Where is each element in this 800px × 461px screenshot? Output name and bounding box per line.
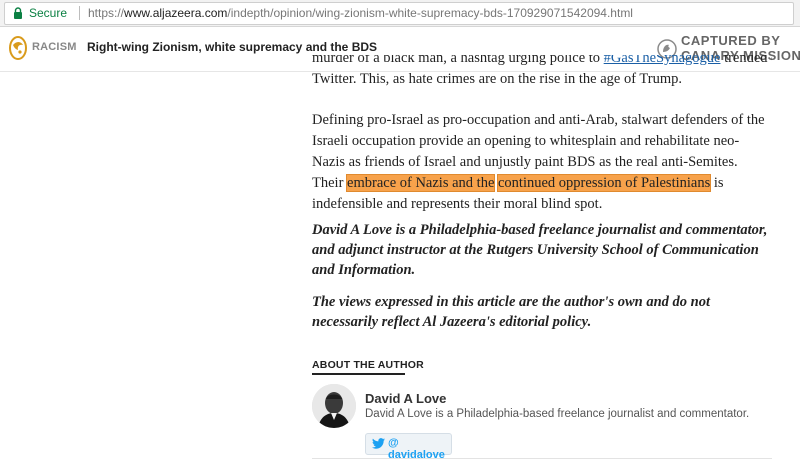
paragraph-1: murder of a black man, a hashtag urging … bbox=[312, 55, 772, 90]
paragraph-1-tail: Twitter. This, as hate crimes are on the… bbox=[312, 71, 682, 87]
heading-underline bbox=[312, 373, 405, 375]
disclaimer-paragraph: The views expressed in this article are … bbox=[312, 294, 710, 330]
highlighted-text-2: continued oppression of Palestinians bbox=[496, 174, 712, 192]
article-title: Right-wing Zionism, white supremacy and … bbox=[87, 40, 378, 54]
paragraph-2: Defining pro-Israel as pro-occupation an… bbox=[312, 110, 772, 215]
url-path: /indepth/opinion/wing-zionism-white-supr… bbox=[227, 6, 633, 20]
twitter-follow-button[interactable]: @ davidalove bbox=[365, 433, 452, 461]
secure-label: Secure bbox=[29, 6, 68, 20]
url-domain: www.aljazeera.com bbox=[124, 6, 228, 20]
lock-icon bbox=[14, 7, 22, 19]
omnibox-divider bbox=[79, 6, 80, 20]
author-avatar[interactable] bbox=[312, 384, 356, 428]
watermark-line-1: CAPTURED BY bbox=[681, 33, 781, 48]
bottom-divider bbox=[312, 458, 772, 459]
section-label[interactable]: RACISM bbox=[32, 41, 77, 53]
al-jazeera-logo-icon[interactable] bbox=[8, 35, 28, 61]
hashtag-link[interactable]: #GasTheSynagogue bbox=[604, 55, 721, 66]
highlighted-text-1: embrace of Nazis and the bbox=[346, 174, 496, 192]
twitter-bird-icon bbox=[372, 438, 385, 449]
author-name[interactable]: David A Love bbox=[365, 391, 446, 406]
cut-line-start: murder of a black man, a hashtag urging … bbox=[312, 55, 604, 66]
url-omnibox[interactable]: Secure https://www.aljazeera.com/indepth… bbox=[4, 2, 794, 25]
cut-line-end: trended on bbox=[724, 55, 772, 66]
author-bio-paragraph: David A Love is a Philadelphia-based fre… bbox=[312, 222, 768, 278]
about-author-heading: ABOUT THE AUTHOR bbox=[312, 359, 424, 371]
url-text[interactable]: https://www.aljazeera.com/indepth/opinio… bbox=[88, 6, 633, 20]
author-portrait-icon bbox=[312, 384, 356, 428]
browser-address-bar: Secure https://www.aljazeera.com/indepth… bbox=[0, 0, 800, 27]
url-scheme: https:// bbox=[88, 6, 125, 20]
author-short-bio: David A Love is a Philadelphia-based fre… bbox=[365, 408, 750, 420]
